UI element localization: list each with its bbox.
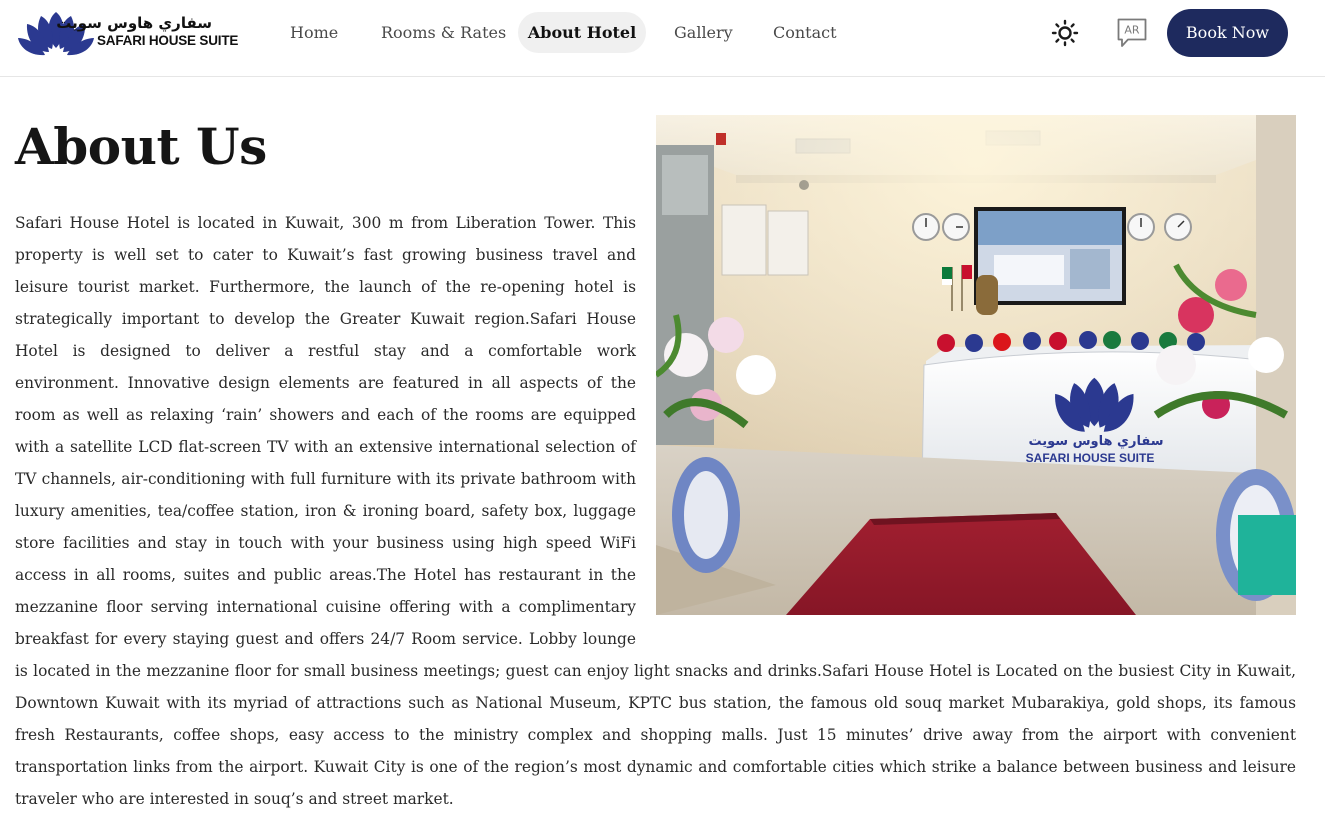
sun-icon — [1051, 19, 1079, 47]
language-toggle-button[interactable]: AR — [1116, 17, 1148, 49]
nav-item-contact[interactable]: Contact — [773, 12, 837, 53]
language-label: AR — [1124, 24, 1140, 37]
speech-bubble-icon: AR — [1117, 18, 1147, 47]
book-now-button[interactable]: Book Now — [1167, 9, 1288, 57]
nav-item-about-hotel[interactable]: About Hotel — [518, 12, 646, 53]
nav-item-home[interactable]: Home — [290, 12, 338, 53]
reception-illustration: سفاري هاوس سويت SAFARI HOUSE SUITE — [656, 115, 1296, 615]
about-section: سفاري هاوس سويت SAFARI HOUSE SUITE About… — [15, 115, 1296, 815]
desk-sign-english: SAFARI HOUSE SUITE — [1026, 451, 1155, 465]
brand-logo[interactable]: سفاري هاوس سويت SAFARI HOUSE SUITE — [18, 10, 238, 56]
site-header: سفاري هاوس سويت SAFARI HOUSE SUITE Home … — [0, 0, 1325, 77]
desk-sign-arabic: سفاري هاوس سويت — [1029, 434, 1164, 449]
nav-item-gallery[interactable]: Gallery — [674, 12, 733, 53]
hotel-reception-image: سفاري هاوس سويت SAFARI HOUSE SUITE — [656, 115, 1296, 615]
brand-name-english: SAFARI HOUSE SUITE — [97, 33, 239, 48]
brand-name-arabic: سفاري هاوس سويت — [56, 14, 212, 32]
nav-item-rooms-rates[interactable]: Rooms & Rates — [381, 12, 506, 53]
theme-toggle-button[interactable] — [1051, 19, 1079, 47]
